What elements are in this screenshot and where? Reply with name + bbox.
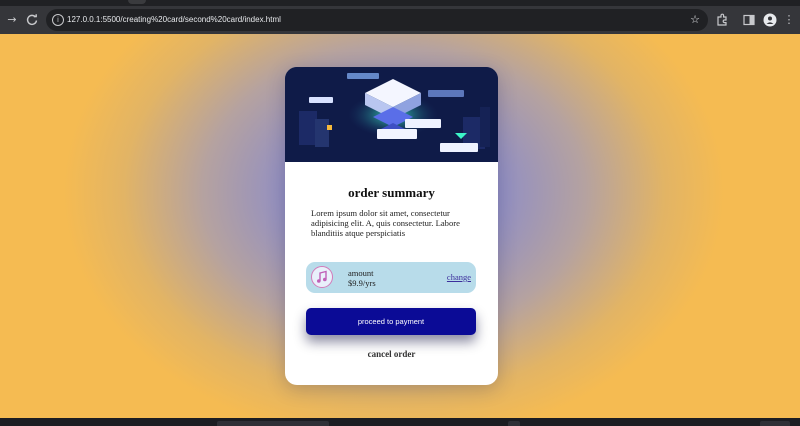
url-text[interactable]: 127.0.0.1:5500/creating%20card/second%20… [67,13,281,27]
page-viewport: order summary Lorem ipsum dolor sit amet… [0,34,800,418]
amount-label: amount [348,268,374,278]
cancel-order-button[interactable]: cancel order [285,349,498,359]
hero-illustration [285,67,498,162]
taskbar [0,418,800,426]
star-icon[interactable]: ☆ [690,12,700,28]
plan-box: amount $9.9/yrs change [306,262,476,293]
reload-icon[interactable] [24,12,40,28]
card-description: Lorem ipsum dolor sit amet, consectetur … [311,208,460,238]
browser-toolbar: → i 127.0.0.1:5500/creating%20card/secon… [0,6,800,34]
tab-hint[interactable] [128,0,146,4]
info-icon[interactable]: i [52,14,64,26]
side-panel-icon[interactable] [741,12,757,28]
proceed-to-payment-button[interactable]: proceed to payment [306,308,476,335]
taskbar-item[interactable] [217,421,329,426]
music-note-icon [311,266,333,288]
kebab-menu-icon[interactable]: ⋮ [781,12,797,28]
taskbar-item[interactable] [508,421,520,426]
taskbar-item[interactable] [760,421,790,426]
arrow-right-icon[interactable]: → [4,12,20,28]
card-title: order summary [348,185,435,200]
order-summary-card: order summary Lorem ipsum dolor sit amet… [285,67,498,385]
amount-value: $9.9/yrs [348,278,376,288]
change-link[interactable]: change [447,272,471,282]
address-bar[interactable]: i 127.0.0.1:5500/creating%20card/second%… [46,9,708,31]
person-icon[interactable] [762,12,778,28]
puzzle-icon[interactable] [714,12,730,28]
